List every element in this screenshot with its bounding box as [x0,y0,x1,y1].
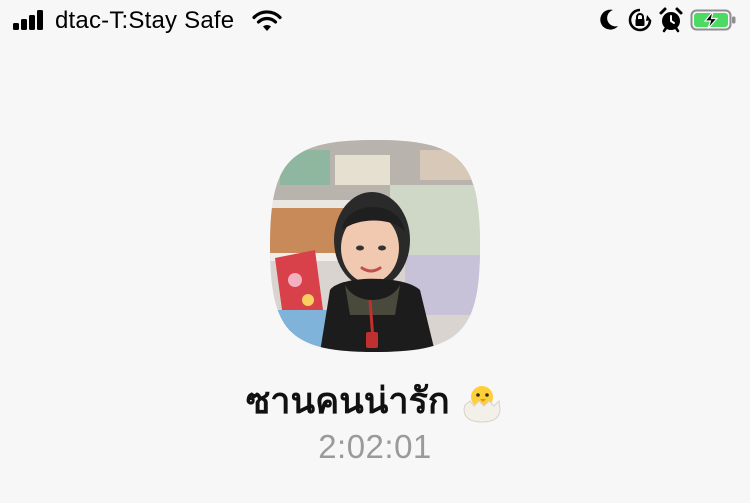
call-duration: 2:02:01 [318,428,432,465]
contact-name-row: ซานคนน่ารัก [0,372,750,424]
contact-name: ซานคนน่ารัก [245,381,450,422]
rotation-lock-icon [628,8,652,32]
moon-icon [600,9,618,30]
alarm-clock-icon [659,7,683,33]
wifi-icon [252,10,282,31]
battery-charging-icon [690,9,736,31]
carrier-label: dtac-T:Stay Safe [55,7,235,34]
contact-avatar [270,140,480,352]
status-bar: dtac-T:Stay Safe [0,0,750,44]
hatching-chick-icon [463,385,501,423]
signal-bars-icon [13,10,47,30]
